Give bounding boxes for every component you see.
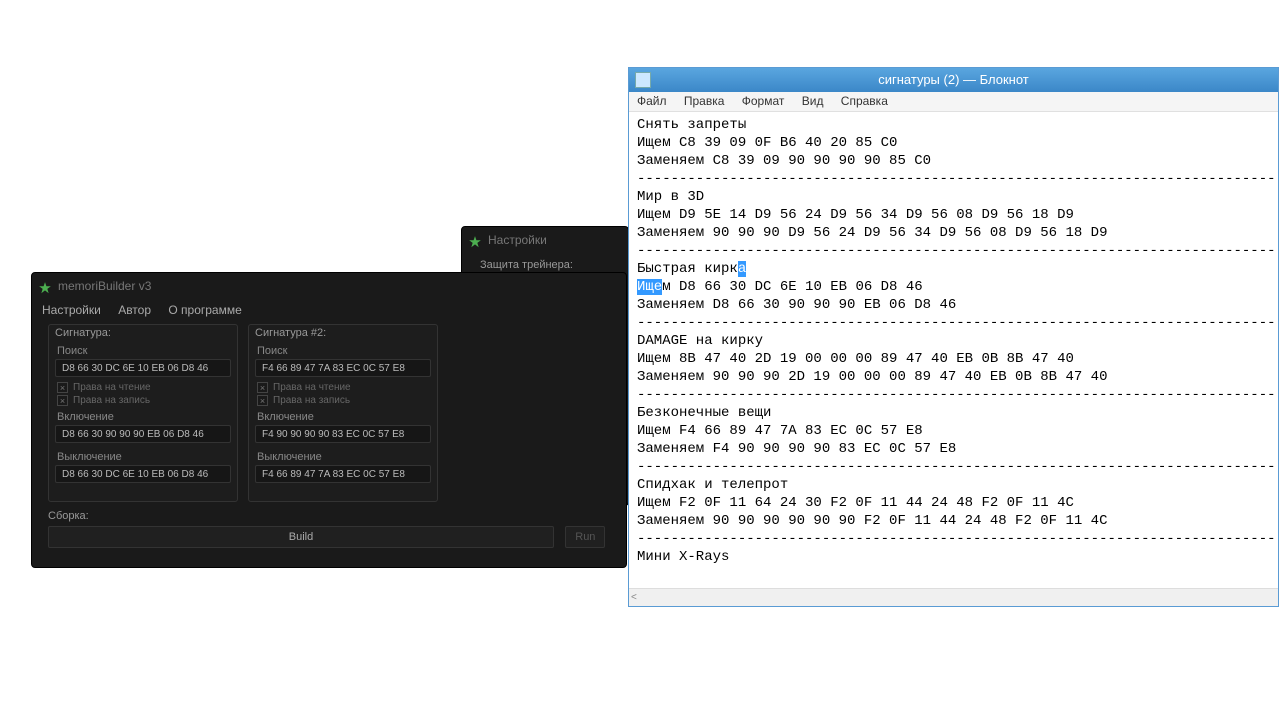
checkbox-icon: × [257,382,268,393]
builder-window-title-text: memoriBuilder v3 [58,279,151,293]
builder-window-title[interactable]: memoriBuilder v3 [32,273,626,299]
protection-label: Защита трейнера: [462,253,628,273]
menu-format[interactable]: Формат [742,94,785,108]
notepad-title-bar[interactable]: сигнатуры (2) — Блокнот [629,68,1278,92]
star-icon [468,232,482,246]
sig2-on-label: Включение [249,407,437,424]
sig2-write-rights[interactable]: × Права на запись [249,394,437,407]
build-area: Сборка: Build Run [48,510,622,548]
notepad-title-text: сигнатуры (2) — Блокнот [878,72,1029,87]
notepad-icon [635,72,651,88]
sig1-read-rights[interactable]: × Права на чтение [49,381,237,394]
menu-file[interactable]: Файл [637,94,667,108]
sig2-off-input[interactable]: F4 66 89 47 7A 83 EC 0C 57 E8 [255,465,431,483]
sig1-search-input[interactable]: D8 66 30 DC 6E 10 EB 06 D8 46 [55,359,231,377]
checkbox-label: Права на чтение [73,382,151,393]
sig1-on-input[interactable]: D8 66 30 90 90 90 EB 06 D8 46 [55,425,231,443]
sig1-on-label: Включение [49,407,237,424]
notepad-hscrollbar[interactable]: < [629,588,1278,606]
menu-help[interactable]: Справка [841,94,888,108]
menu-author[interactable]: Автор [118,303,151,317]
star-icon [38,278,52,292]
text-selection: Ище [637,279,662,295]
checkbox-icon: × [57,395,68,406]
build-button[interactable]: Build [48,526,554,548]
notepad-text-area[interactable]: Снять запреты Ищем C8 39 09 0F B6 40 20 … [629,112,1278,582]
sig2-on-input[interactable]: F4 90 90 90 90 83 EC 0C 57 E8 [255,425,431,443]
sig2-off-label: Выключение [249,447,437,464]
scroll-left-arrow-icon[interactable]: < [631,592,643,604]
build-section-label: Сборка: [48,510,622,522]
signature-panel-1: Сигнатура: Поиск D8 66 30 DC 6E 10 EB 06… [48,324,238,502]
notepad-window: сигнатуры (2) — Блокнот Файл Правка Форм… [628,67,1279,607]
checkbox-icon: × [257,395,268,406]
sig2-search-input[interactable]: F4 66 89 47 7A 83 EC 0C 57 E8 [255,359,431,377]
sig1-title: Сигнатура: [49,325,237,341]
menu-settings[interactable]: Настройки [42,303,101,317]
sig1-off-input[interactable]: D8 66 30 DC 6E 10 EB 06 D8 46 [55,465,231,483]
menu-view[interactable]: Вид [802,94,824,108]
menu-about[interactable]: О программе [168,303,241,317]
sig2-search-label: Поиск [249,341,437,358]
checkbox-label: Права на запись [273,395,350,406]
signature-panel-2: Сигнатура #2: Поиск F4 66 89 47 7A 83 EC… [248,324,438,502]
text-selection: а [738,261,746,277]
checkbox-icon: × [57,382,68,393]
sig2-title: Сигнатура #2: [249,325,437,341]
sig1-off-label: Выключение [49,447,237,464]
sig1-search-label: Поиск [49,341,237,358]
settings-window-title[interactable]: Настройки [462,227,628,253]
sig1-write-rights[interactable]: × Права на запись [49,394,237,407]
menu-edit[interactable]: Правка [684,94,725,108]
sig2-read-rights[interactable]: × Права на чтение [249,381,437,394]
checkbox-label: Права на запись [73,395,150,406]
run-button[interactable]: Run [565,526,605,548]
builder-menu-bar: Настройки Автор О программе [32,299,626,325]
checkbox-label: Права на чтение [273,382,351,393]
notepad-menu-bar: Файл Правка Формат Вид Справка [629,92,1278,112]
settings-window-title-text: Настройки [488,233,547,247]
